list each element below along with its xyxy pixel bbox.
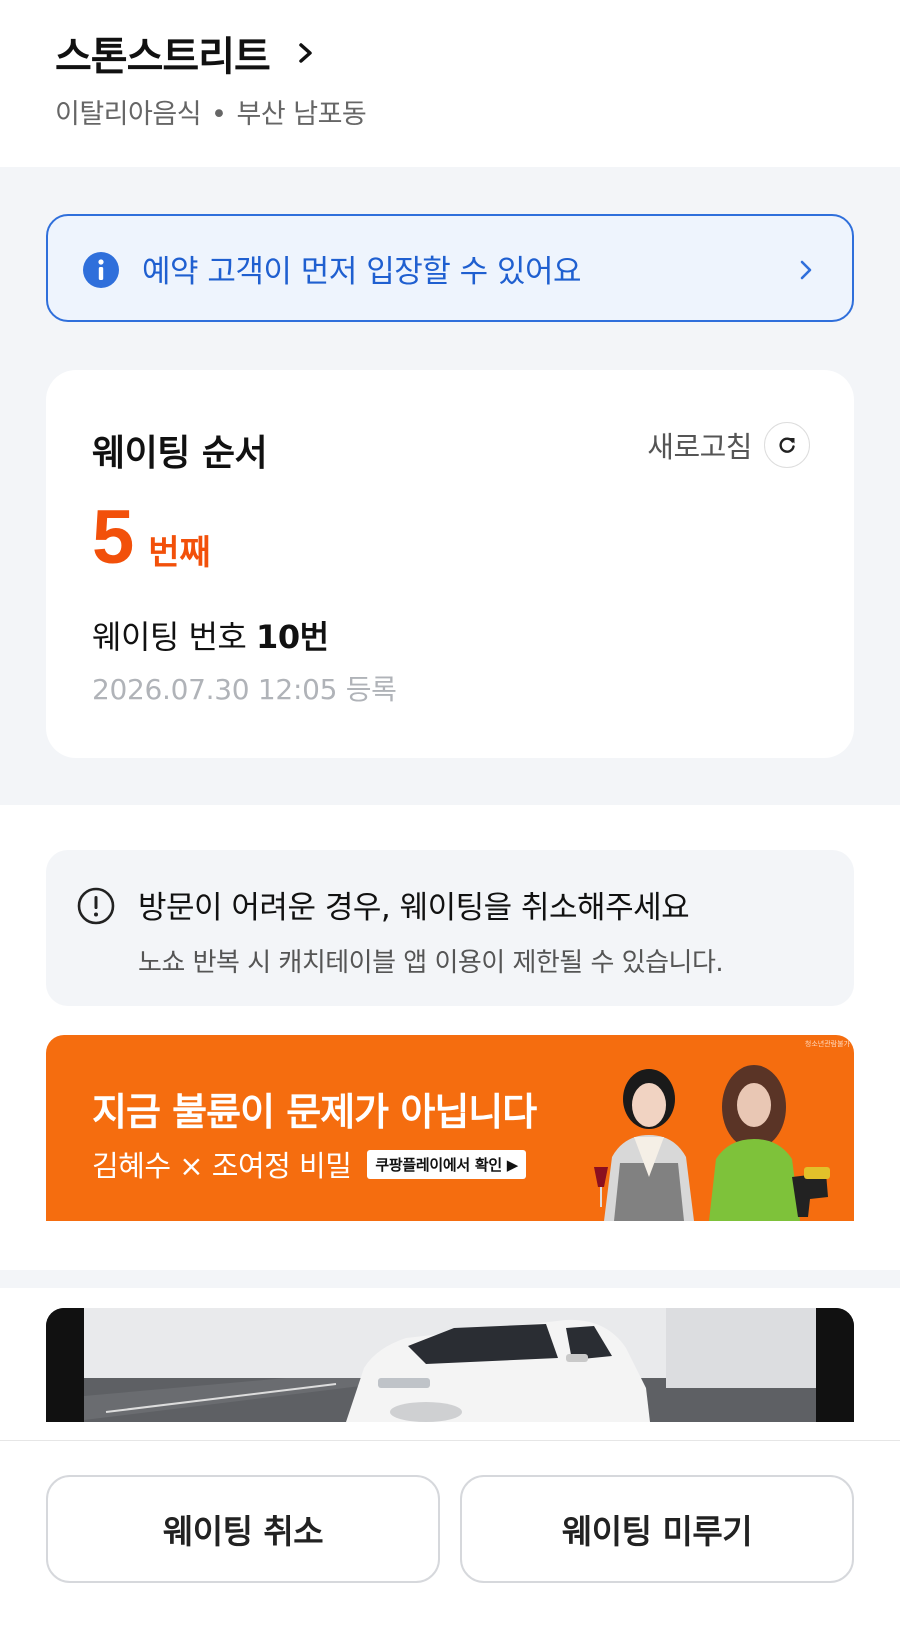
ad-subline: 김혜수 × 조여정 비밀 [92, 1149, 352, 1183]
ad-banner[interactable]: 청소년관람불가 지금 불륜이 문제가 아닙니다 김혜수 × 조여정 비밀 쿠팡플… [46, 1035, 854, 1221]
reservation-priority-notice[interactable]: 예약 고객이 먼저 입장할 수 있어요 [46, 214, 854, 322]
store-title-link[interactable]: 스톤스트리트 [55, 24, 316, 82]
store-category: 이탈리아음식 [55, 99, 202, 130]
car-photo [46, 1308, 854, 1422]
store-location: 부산 남포동 [236, 99, 367, 130]
ad-cta[interactable]: 쿠팡플레이에서 확인 ▶ [367, 1149, 526, 1179]
waiting-number: 웨이팅 번호 10번 [92, 612, 329, 658]
ad-subline-row: 김혜수 × 조여정 비밀 쿠팡플레이에서 확인 ▶ [92, 1143, 526, 1185]
warning-description: 노쇼 반복 시 캐치테이블 앱 이용이 제한될 수 있습니다. [138, 948, 724, 978]
warning-title: 방문이 어려운 경우, 웨이팅을 취소해주세요 [138, 890, 690, 926]
registration-time: 2026.07.30 12:05 등록 [92, 673, 397, 706]
refresh-button[interactable] [764, 422, 810, 468]
chevron-right-icon [800, 260, 812, 280]
store-name: 스톤스트리트 [55, 34, 271, 80]
queue-position: 5 번째 [92, 500, 211, 576]
postpone-waiting-button[interactable]: 웨이팅 미루기 [460, 1475, 854, 1583]
refresh-label: 새로고침 [647, 430, 752, 464]
store-header: 스톤스트리트 이탈리아음식 • 부산 남포동 [0, 0, 900, 167]
bottom-action-bar: 웨이팅 취소 웨이팅 미루기 [0, 1440, 900, 1642]
alert-icon [77, 887, 115, 925]
waiting-order-card: 웨이팅 순서 새로고침 5 번째 웨이팅 번호 10번 2026.07.30 1… [46, 370, 854, 758]
ad-image [594, 1065, 830, 1221]
waiting-number-value: 10번 [256, 618, 329, 656]
info-icon [83, 252, 119, 288]
waiting-order-title: 웨이팅 순서 [92, 433, 268, 474]
ad-headline: 지금 불륜이 문제가 아닙니다 [92, 1090, 537, 1134]
refresh-control[interactable]: 새로고침 [647, 422, 810, 468]
car-ad-image[interactable] [46, 1308, 854, 1422]
store-meta: 이탈리아음식 • 부산 남포동 [55, 92, 367, 131]
chevron-right-icon [299, 43, 312, 63]
notice-text: 예약 고객이 먼저 입장할 수 있어요 [142, 254, 582, 290]
queue-position-unit: 번째 [148, 533, 211, 573]
queue-position-number: 5 [92, 495, 135, 580]
meta-separator: • [211, 99, 227, 130]
section-divider [0, 1270, 900, 1288]
cancel-warning: 방문이 어려운 경우, 웨이팅을 취소해주세요 노쇼 반복 시 캐치테이블 앱 … [46, 850, 854, 1006]
refresh-icon [779, 437, 795, 453]
cancel-waiting-button[interactable]: 웨이팅 취소 [46, 1475, 440, 1583]
waiting-number-label: 웨이팅 번호 [92, 618, 247, 656]
waiting-status-page: 스톤스트리트 이탈리아음식 • 부산 남포동 예약 고객이 먼저 입장할 수 있어요… [0, 0, 900, 1642]
